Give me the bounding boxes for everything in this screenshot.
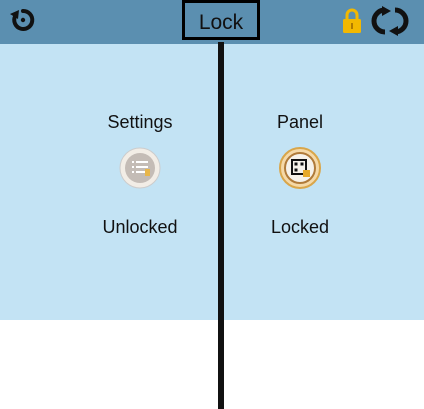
refresh-icon[interactable] <box>370 6 410 36</box>
padlock-icon <box>343 8 361 33</box>
panel-grid-icon[interactable] <box>278 146 322 190</box>
device-screen: Lock Settings Unlocked Panel Locked <box>0 0 424 409</box>
back-arrow-icon <box>10 8 35 31</box>
page-title: Lock <box>198 11 244 34</box>
settings-list-icon[interactable] <box>118 146 162 190</box>
back-button[interactable] <box>8 4 38 36</box>
app-label-settings: Settings <box>107 112 173 132</box>
app-status-settings: Unlocked <box>102 217 178 237</box>
callout-line <box>218 42 224 409</box>
app-status-panel: Locked <box>270 217 330 237</box>
app-label-panel: Panel <box>276 112 324 132</box>
page-title-box: Lock <box>182 0 260 40</box>
title-bar: Lock <box>0 0 424 44</box>
app-grid: Settings Unlocked Panel Locked <box>0 44 424 320</box>
